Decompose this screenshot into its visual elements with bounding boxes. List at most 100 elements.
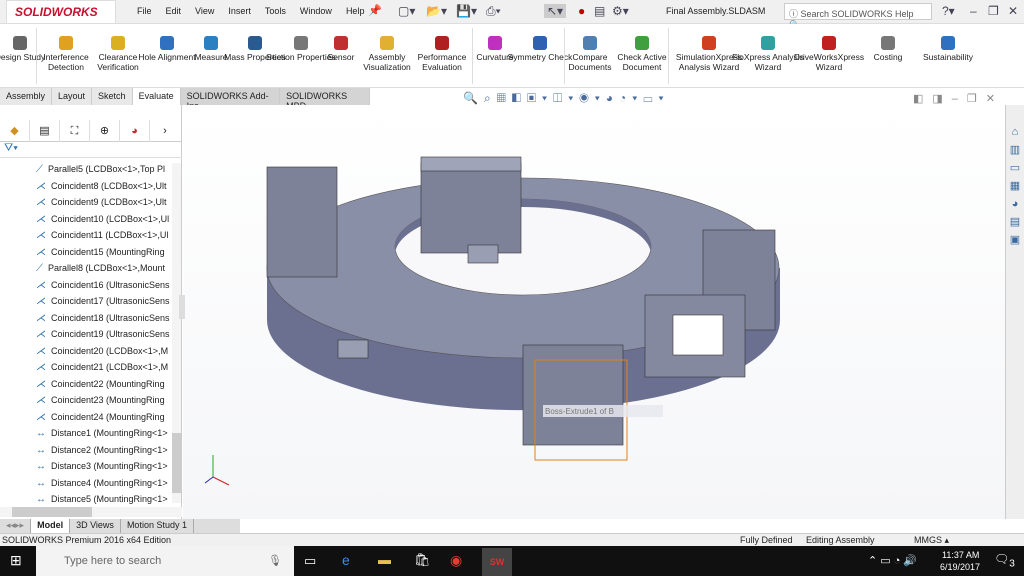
tree-item[interactable]: ⋌ Coincident18 (UltrasonicSens <box>36 310 176 326</box>
menu-help[interactable]: Help <box>346 6 365 16</box>
menu-window[interactable]: Window <box>300 6 332 16</box>
tree-item-label: Distance2 (MountingRing<1> <box>51 444 168 455</box>
save-icon[interactable]: 💾▾ <box>456 4 477 18</box>
tab-scroll-arrows[interactable]: ◂◂▸▸ <box>0 519 32 533</box>
clock-time[interactable]: 11:37 AM <box>942 550 979 560</box>
tree-item[interactable]: ⋌ Coincident16 (UltrasonicSens <box>36 277 176 293</box>
tree-item[interactable]: ↔ Distance5 (MountingRing<1> <box>36 491 176 507</box>
panel-collapse-handle[interactable] <box>179 295 185 319</box>
display-manager-tab-icon[interactable]: ◕ <box>120 120 150 142</box>
ribbon-divider <box>36 28 37 84</box>
help-icon[interactable]: ?▾ <box>942 4 955 18</box>
feature-manager-tab-icon[interactable]: ◆ <box>0 120 30 142</box>
tree-item[interactable]: ⋌ Coincident10 (LCDBox<1>,Ul <box>36 211 176 227</box>
menu-edit[interactable]: Edit <box>166 6 182 16</box>
tab-layout[interactable]: Layout <box>52 88 93 105</box>
tree-item[interactable]: ⋌ Coincident19 (UltrasonicSens <box>36 326 176 342</box>
close-button[interactable]: ✕ <box>1008 4 1018 18</box>
taskbar-search-placeholder: Type here to search <box>64 555 162 567</box>
menu-insert[interactable]: Insert <box>228 6 251 16</box>
tree-item[interactable]: ⋌ Coincident17 (UltrasonicSens <box>36 293 176 309</box>
tab-evaluate[interactable]: Evaluate <box>132 88 181 105</box>
tree-item[interactable]: ↔ Distance3 (MountingRing<1> <box>36 458 176 474</box>
task-pane-icons[interactable]: ⌂ ▥ ▭ ▦ ◕ ▤ ▣ <box>1006 123 1024 249</box>
system-tray-icons[interactable]: ⌃ ▭ ◔ 🔊 <box>868 554 917 567</box>
tree-item[interactable]: ⟋ Parallel5 (LCDBox<1>,Top Pl <box>36 161 176 177</box>
tab-sketch[interactable]: Sketch <box>92 88 133 105</box>
hole-alignment-icon <box>160 36 174 50</box>
restore-button[interactable]: ❐ <box>988 4 999 18</box>
solidworks-taskbar-icon[interactable]: SW <box>482 548 512 576</box>
horizontal-scrollbar[interactable] <box>0 507 182 517</box>
help-search-input[interactable]: ⓘ Search SOLIDWORKS Help 🔍 <box>784 3 932 30</box>
coincident-mate-icon: ⋌ <box>36 329 46 340</box>
bottom-tabs: ◂◂▸▸ Model 3D Views Motion Study 1 <box>0 519 240 533</box>
tree-item[interactable]: ⋌ Coincident11 (LCDBox<1>,Ul <box>36 227 176 243</box>
heads-up-view-toolbar[interactable]: 🔍⌕▦◧▣▾◫▾◉▾◕◔▾▭▾ <box>463 91 670 106</box>
tree-item[interactable]: ⋌ Coincident24 (MountingRing <box>36 409 176 425</box>
bottom-tab-3d-views[interactable]: 3D Views <box>70 519 121 533</box>
notifications-icon[interactable]: 🗨3 <box>994 552 1015 569</box>
logo-text: SOLIDWORKS <box>15 5 98 19</box>
chrome-icon[interactable]: ◉ <box>450 552 462 569</box>
print-icon[interactable]: ⎙▾ <box>486 4 501 19</box>
search-placeholder: Search SOLIDWORKS Help <box>800 9 914 19</box>
dimxpert-tab-icon[interactable]: ⊕ <box>90 120 120 142</box>
file-explorer-icon[interactable]: ▬ <box>378 552 391 567</box>
ribbon-sustainability[interactable]: Sustainability <box>912 36 984 62</box>
tree-item[interactable]: ⋌ Coincident23 (MountingRing <box>36 392 176 408</box>
filter-icon[interactable]: ⛛▾ <box>4 142 18 154</box>
tree-item[interactable]: ⟋ Parallel8 (LCDBox<1>,Mount <box>36 260 176 276</box>
solidworks-logo[interactable]: SOLIDWORKS <box>6 0 116 24</box>
menu-tools[interactable]: Tools <box>265 6 286 16</box>
menu-bar: File Edit View Insert Tools Window Help <box>137 6 364 16</box>
bottom-tab-model[interactable]: Model <box>31 519 71 533</box>
menu-view[interactable]: View <box>195 6 214 16</box>
coincident-mate-icon: ⋌ <box>36 213 46 225</box>
sensor-front[interactable] <box>522 344 628 461</box>
taskbar-search-input[interactable]: Type here to search 🎙 <box>36 546 294 576</box>
lcd-box-top[interactable] <box>420 156 522 264</box>
design-study-icon <box>13 36 27 50</box>
windows-taskbar: ⊞ Type here to search 🎙 ▭ e ▬ 🛍 ◉ SW ⌃ ▭ … <box>0 546 1024 576</box>
tree-item[interactable]: ⋌ Coincident20 (LCDBox<1>,M <box>36 343 176 359</box>
pin-icon[interactable]: 📌 <box>368 4 382 17</box>
units-label: MMGS <box>914 535 942 545</box>
configuration-manager-tab-icon[interactable]: ⛶ <box>60 120 90 142</box>
tab-solidworks-add-ins[interactable]: SOLIDWORKS Add-Ins <box>180 88 281 111</box>
open-icon[interactable]: 📂▾ <box>426 4 447 18</box>
microphone-icon[interactable]: 🎙 <box>268 546 282 576</box>
tree-item[interactable]: ⋌ Coincident9 (LCDBox<1>,Ult <box>36 194 176 210</box>
panel-more-chevron-icon[interactable]: › <box>150 120 180 142</box>
ribbon-label: Check Active Document <box>617 52 667 72</box>
tree-item[interactable]: ⋌ Coincident8 (LCDBox<1>,Ult <box>36 178 176 194</box>
title-bar: SOLIDWORKS File Edit View Insert Tools Window… <box>0 0 1024 30</box>
property-manager-tab-icon[interactable]: ▤ <box>30 120 60 142</box>
tree-item[interactable]: ↔ Distance4 (MountingRing<1> <box>36 475 176 491</box>
minimize-button[interactable]: – <box>970 4 977 18</box>
rebuild-icon[interactable]: ● <box>578 4 585 18</box>
assembly-model[interactable]: Boss-Extrude1 of B <box>183 105 1005 519</box>
bottom-tab-motion-study-1[interactable]: Motion Study 1 <box>121 519 194 533</box>
tab-assembly[interactable]: Assembly <box>0 88 53 105</box>
tab-solidworks-mbd[interactable]: SOLIDWORKS MBD <box>280 88 370 111</box>
store-icon[interactable]: 🛍 <box>414 552 431 568</box>
menu-file[interactable]: File <box>137 6 152 16</box>
options-gear-icon[interactable]: ⚙▾ <box>612 4 629 18</box>
tree-item[interactable]: ⋌ Coincident22 (MountingRing <box>36 376 176 392</box>
tree-scrollbar[interactable] <box>172 163 181 503</box>
file-properties-icon[interactable]: ▤ <box>594 4 605 18</box>
tree-item[interactable]: ⋌ Coincident15 (MountingRing <box>36 244 176 260</box>
edge-icon[interactable]: e <box>342 552 350 568</box>
new-icon[interactable]: ▢▾ <box>398 4 415 18</box>
select-icon[interactable]: ↖▾ <box>544 4 567 18</box>
clock-date[interactable]: 6/19/2017 <box>940 562 980 572</box>
command-tabs: Assembly Layout Sketch Evaluate SOLIDWORKS A… <box>0 88 370 111</box>
tree-item[interactable]: ⋌ Coincident21 (LCDBox<1>,M <box>36 359 176 375</box>
task-view-icon[interactable]: ▭ <box>304 553 316 569</box>
tree-item[interactable]: ↔ Distance1 (MountingRing<1> <box>36 425 176 441</box>
graphics-viewport[interactable]: 🔍⌕▦◧▣▾◫▾◉▾◕◔▾▭▾ ◧◨–❐✕ Boss-Extrude1 of B <box>179 91 1005 519</box>
viewport-window-controls[interactable]: ◧◨–❐✕ <box>913 92 1004 105</box>
tree-item[interactable]: ↔ Distance2 (MountingRing<1> <box>36 442 176 458</box>
windows-start-icon[interactable]: ⊞ <box>10 552 22 569</box>
